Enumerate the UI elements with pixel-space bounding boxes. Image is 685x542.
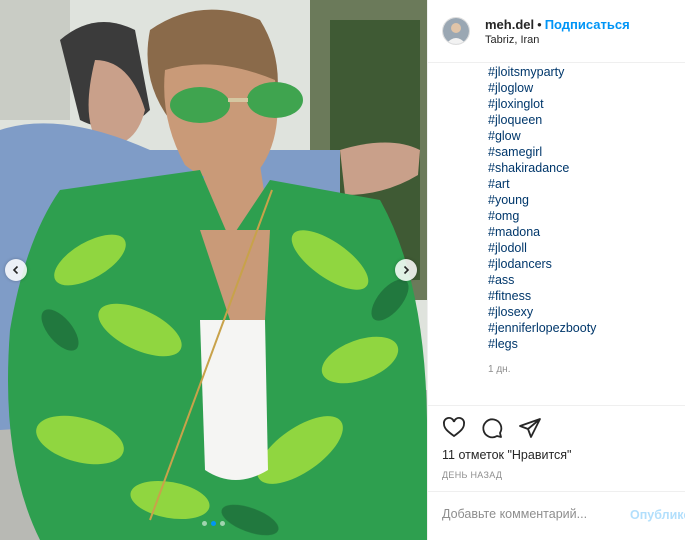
avatar-image xyxy=(443,18,469,44)
caption-timestamp: 1 дн. xyxy=(488,364,511,375)
carousel-dot-active xyxy=(211,521,216,526)
follow-button[interactable]: Подписаться xyxy=(545,17,630,32)
hashtag-link[interactable]: #jenniferlopezbooty xyxy=(488,320,596,336)
post-photo[interactable] xyxy=(0,0,427,540)
carousel-dot xyxy=(220,521,225,526)
hashtag-link[interactable]: #young xyxy=(488,192,596,208)
separator-dot: • xyxy=(537,17,542,32)
avatar[interactable] xyxy=(442,17,470,45)
hashtag-link[interactable]: #shakiradance xyxy=(488,160,596,176)
username-link[interactable]: meh.del xyxy=(485,17,534,32)
heart-icon[interactable] xyxy=(442,416,466,440)
likes-count[interactable]: 11 отметок "Нравится" xyxy=(442,448,572,462)
carousel-prev-button[interactable] xyxy=(5,259,27,281)
hashtag-link[interactable]: #jloxinglot xyxy=(488,96,596,112)
carousel-next-button[interactable] xyxy=(395,259,417,281)
location-link[interactable]: Tabriz, Iran xyxy=(485,34,539,46)
hashtag-link[interactable]: #glow xyxy=(488,128,596,144)
hashtag-link[interactable]: #jlodancers xyxy=(488,256,596,272)
post-date: ДЕНЬ НАЗАД xyxy=(442,470,503,480)
post-actions: 11 отметок "Нравится" ДЕНЬ НАЗАД Опублик… xyxy=(428,405,685,541)
comment-icon[interactable] xyxy=(480,416,504,440)
carousel-dot xyxy=(202,521,207,526)
photo-illustration xyxy=(0,0,427,540)
comment-form: Опубликовать xyxy=(428,491,685,542)
hashtag-link[interactable]: #jloitsmyparty xyxy=(488,64,596,80)
hashtag-link[interactable]: #art xyxy=(488,176,596,192)
hashtag-list: #jloitsmyparty #jloglow #jloxinglot #jloque… xyxy=(488,64,596,352)
hashtag-link[interactable]: #samegirl xyxy=(488,144,596,160)
hashtag-link[interactable]: #jlodoll xyxy=(488,240,596,256)
hashtag-link[interactable]: #omg xyxy=(488,208,596,224)
hashtag-link[interactable]: #jlosexy xyxy=(488,304,596,320)
hashtag-link[interactable]: #jloqueen xyxy=(488,112,596,128)
chevron-left-icon xyxy=(12,265,19,275)
hashtag-link[interactable]: #fitness xyxy=(488,288,596,304)
hashtag-link[interactable]: #jloglow xyxy=(488,80,596,96)
post-header: meh.del • Подписаться Tabriz, Iran xyxy=(428,0,685,63)
hashtag-link[interactable]: #ass xyxy=(488,272,596,288)
hashtag-link[interactable]: #madona xyxy=(488,224,596,240)
hashtag-link[interactable]: #legs xyxy=(488,336,596,352)
post-side-panel: meh.del • Подписаться Tabriz, Iran #jloits… xyxy=(427,0,685,540)
carousel-indicator xyxy=(0,521,427,526)
comment-input[interactable] xyxy=(442,507,622,521)
publish-button[interactable]: Опубликовать xyxy=(630,508,685,522)
chevron-right-icon xyxy=(403,265,410,275)
share-icon[interactable] xyxy=(518,416,542,440)
